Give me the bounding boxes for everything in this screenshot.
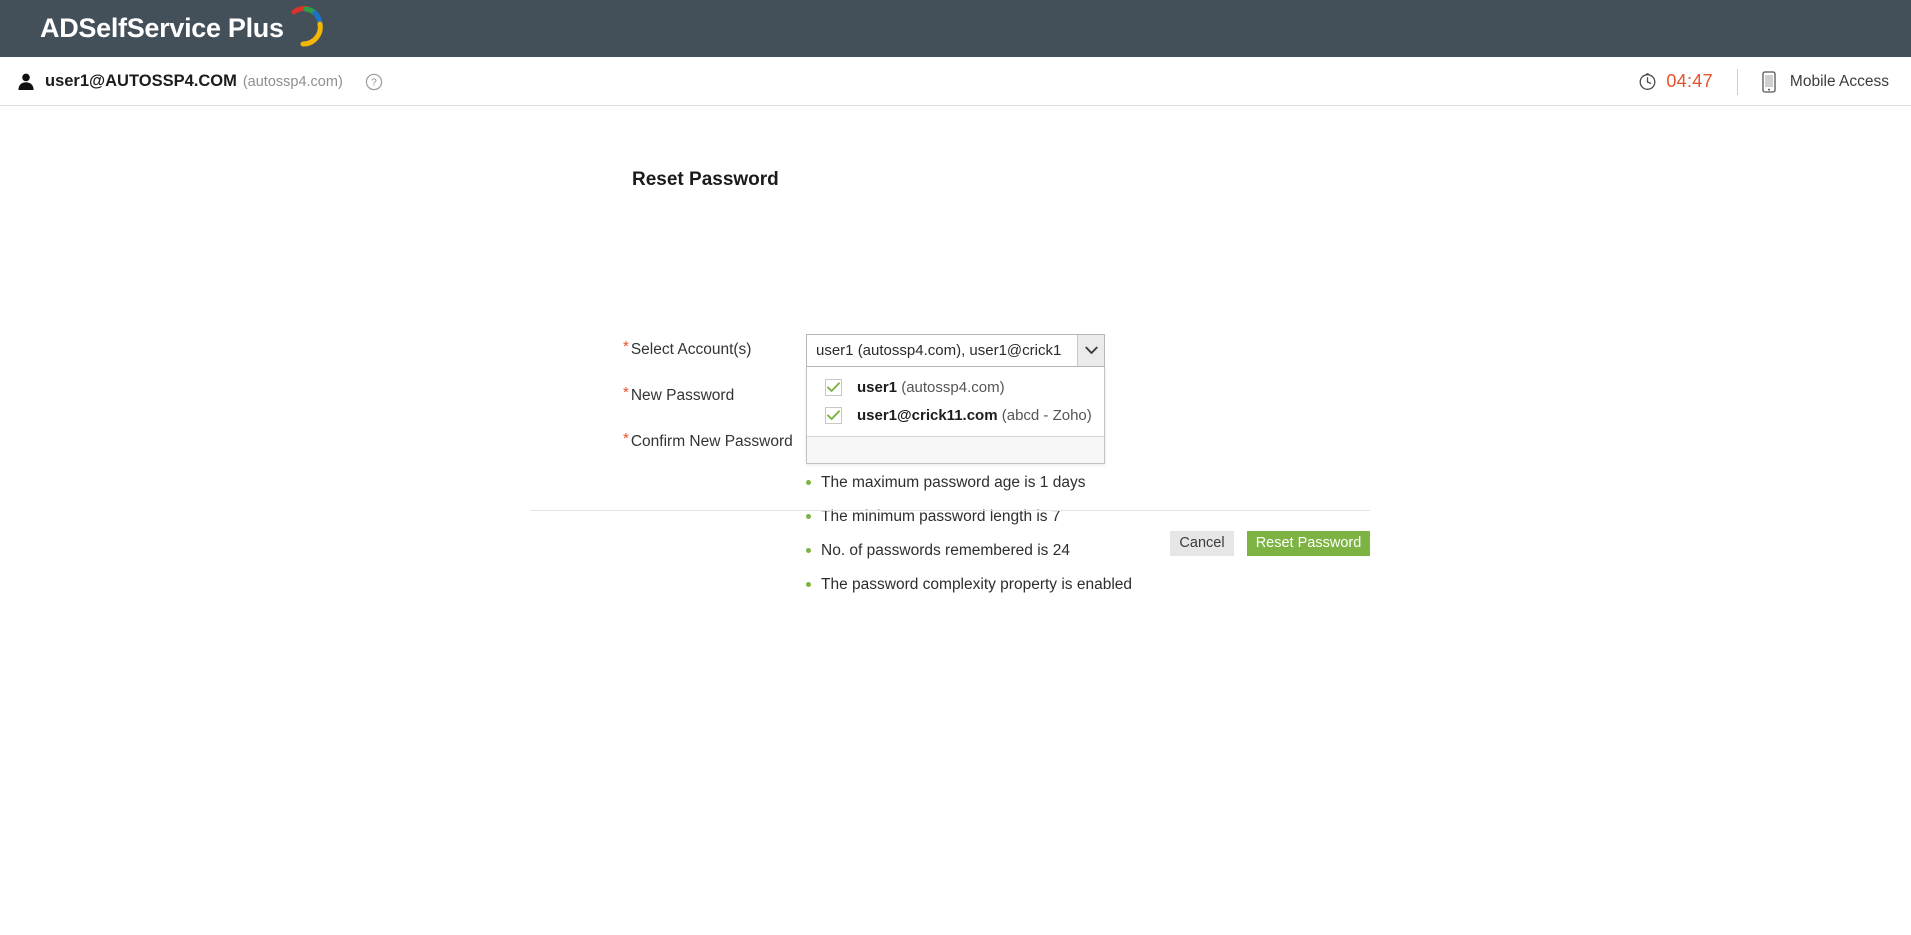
policy-rule: The maximum password age is 1 days bbox=[806, 473, 1406, 492]
account-option-name: user1@crick11.com bbox=[857, 406, 998, 424]
account-option-detail: (autossp4.com) bbox=[901, 378, 1005, 396]
label-select-accounts: * Select Account(s) bbox=[623, 338, 752, 359]
mobile-access-label: Mobile Access bbox=[1789, 72, 1889, 90]
session-controls-group: 04:47 Mobile Access bbox=[1638, 57, 1889, 106]
mobile-access-button[interactable]: Mobile Access bbox=[1762, 70, 1889, 93]
account-options-footer bbox=[807, 436, 1104, 463]
account-option-checkbox[interactable] bbox=[825, 406, 842, 424]
cancel-button[interactable]: Cancel bbox=[1170, 531, 1234, 556]
label-select-accounts-text: Select Account(s) bbox=[630, 341, 752, 358]
required-marker: * bbox=[623, 384, 629, 401]
account-options-panel: user1 (autossp4.com) user1@crick11.com (… bbox=[806, 367, 1105, 464]
checkmark-icon bbox=[827, 381, 840, 392]
required-marker: * bbox=[623, 430, 629, 447]
help-circle-icon[interactable]: ? bbox=[365, 73, 383, 91]
session-timer-group: 04:47 bbox=[1638, 71, 1713, 92]
app-header: ADSelfService Plus bbox=[0, 0, 1911, 57]
mobile-phone-icon bbox=[1762, 70, 1776, 93]
user-identity-group: user1@AUTOSSP4.COM (autossp4.com) ? bbox=[16, 57, 383, 106]
form-divider bbox=[530, 510, 1370, 511]
logo-text: ADSelfService Plus bbox=[40, 12, 284, 43]
select-accounts-dropdown[interactable]: user1 (autossp4.com), user1@crick1 bbox=[806, 334, 1105, 367]
checkmark-icon bbox=[827, 409, 840, 420]
form-actions: Cancel Reset Password bbox=[530, 531, 1370, 571]
reset-password-button[interactable]: Reset Password bbox=[1247, 531, 1370, 556]
logged-in-username: user1@AUTOSSP4.COM bbox=[45, 72, 237, 90]
account-option-item[interactable]: user1 (autossp4.com) bbox=[807, 373, 1104, 401]
account-option-name: user1 bbox=[857, 378, 898, 396]
select-accounts-toggle[interactable] bbox=[1077, 335, 1104, 366]
user-silhouette-icon bbox=[18, 73, 34, 90]
policy-rule: The password complexity property is enab… bbox=[806, 575, 1406, 594]
account-option-text: user1@crick11.com (abcd - Zoho) bbox=[857, 407, 1092, 424]
account-option-item[interactable]: user1@crick11.com (abcd - Zoho) bbox=[807, 401, 1104, 429]
logged-in-domain: (autossp4.com) bbox=[242, 73, 343, 90]
chevron-down-icon bbox=[1084, 346, 1098, 354]
svg-text:?: ? bbox=[371, 77, 377, 88]
policy-rule-text: The password complexity property is enab… bbox=[821, 576, 1133, 593]
select-accounts-value: user1 (autossp4.com), user1@crick1 bbox=[816, 342, 1062, 359]
toolbar-divider bbox=[1736, 68, 1738, 95]
label-new-password-text: New Password bbox=[630, 387, 735, 404]
bullet-icon bbox=[806, 514, 811, 519]
page-title: Reset Password bbox=[632, 169, 779, 190]
user-info-bar: user1@AUTOSSP4.COM (autossp4.com) ? 04:4… bbox=[0, 57, 1911, 106]
account-option-text: user1 (autossp4.com) bbox=[857, 379, 1005, 396]
app-logo[interactable]: ADSelfService Plus bbox=[40, 6, 326, 50]
policy-rule-text: The maximum password age is 1 days bbox=[821, 474, 1086, 491]
account-option-checkbox[interactable] bbox=[825, 378, 842, 396]
adselfservice-arc-logo-icon bbox=[291, 6, 323, 47]
required-marker: * bbox=[623, 338, 629, 355]
label-new-password: * New Password bbox=[623, 384, 735, 405]
session-timer-value: 04:47 bbox=[1666, 71, 1713, 91]
label-confirm-new-password-text: Confirm New Password bbox=[630, 433, 793, 450]
account-options-list: user1 (autossp4.com) user1@crick11.com (… bbox=[807, 367, 1104, 436]
label-confirm-new-password: * Confirm New Password bbox=[623, 430, 793, 451]
bullet-icon bbox=[806, 480, 811, 485]
clock-icon bbox=[1639, 73, 1656, 90]
bullet-icon bbox=[806, 582, 811, 587]
account-option-detail: (abcd - Zoho) bbox=[1001, 406, 1092, 424]
